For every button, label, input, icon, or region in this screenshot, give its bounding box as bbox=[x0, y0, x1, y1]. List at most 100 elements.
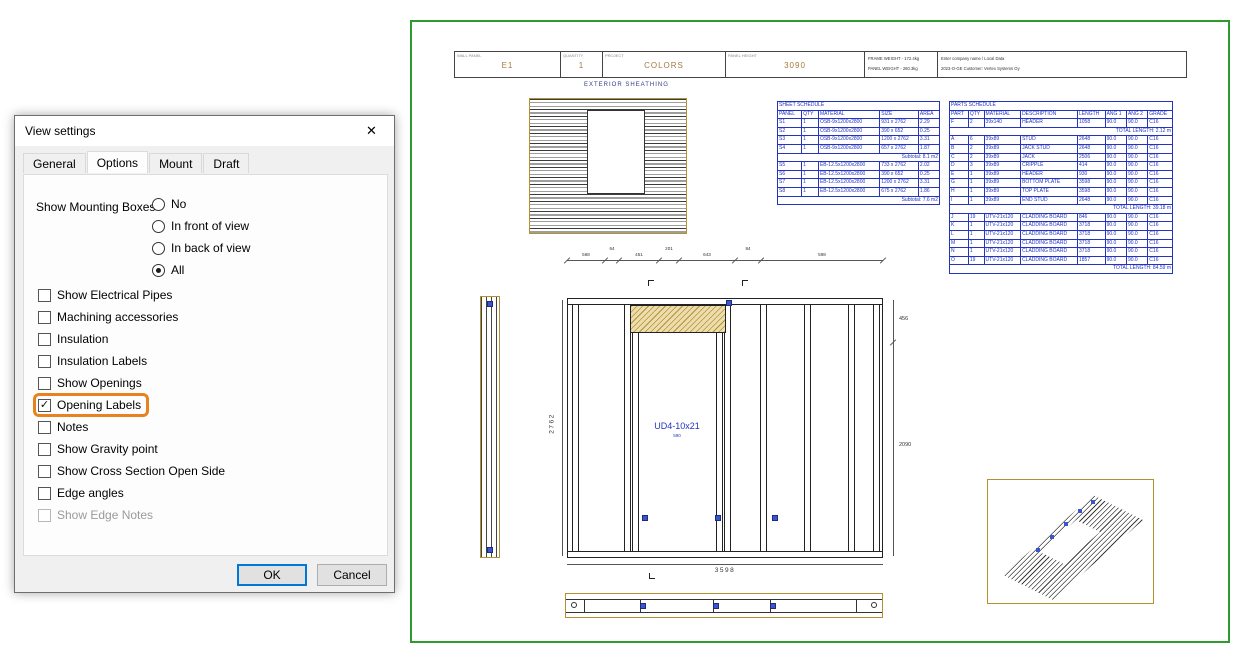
radio-circle[interactable] bbox=[152, 198, 165, 211]
cell: 1 bbox=[968, 239, 984, 248]
table-row: K1UTV-21x120CLADDING BOARD371890.090.0C1… bbox=[950, 222, 1173, 231]
radio-all[interactable]: All bbox=[152, 263, 184, 277]
sheathing-view[interactable] bbox=[529, 98, 687, 234]
isometric-view[interactable] bbox=[987, 479, 1154, 604]
tab-draft[interactable]: Draft bbox=[203, 153, 249, 173]
column-header: ANG 1 bbox=[1105, 110, 1126, 119]
cell: EB-12.5x1200x2800 bbox=[818, 187, 879, 196]
dialog-titlebar[interactable]: View settings ✕ bbox=[15, 116, 394, 146]
cell: C16 bbox=[1148, 187, 1173, 196]
checkbox-box[interactable] bbox=[38, 377, 51, 390]
checkbox-label: Show Openings bbox=[57, 376, 142, 390]
mounting-box-marker bbox=[772, 515, 778, 521]
radio-circle[interactable] bbox=[152, 264, 165, 277]
checkbox-box[interactable] bbox=[38, 421, 51, 434]
cell: C16 bbox=[1148, 136, 1173, 145]
panel-side-view[interactable] bbox=[480, 296, 500, 558]
dim-value: 568 bbox=[582, 252, 590, 257]
checkbox-box[interactable] bbox=[38, 289, 51, 302]
wall-frame-view[interactable]: UD4-10x21 590 bbox=[567, 298, 883, 558]
cell: C16 bbox=[1148, 179, 1173, 188]
project-customer: 2023-O-GE Customer: Vertex Systems Oy bbox=[941, 66, 1020, 71]
table-row: S21OSB-9x1200x2800390 x 6520.25 bbox=[778, 127, 940, 136]
radio-in-front-of-view[interactable]: In front of view bbox=[152, 219, 249, 233]
table-row: L1UTV-21x120CLADDING BOARD371890.090.0C1… bbox=[950, 230, 1173, 239]
cell: 1 bbox=[802, 127, 819, 136]
cell: 1857 bbox=[1077, 256, 1105, 265]
cell: 90.0 bbox=[1105, 162, 1126, 171]
cell: 90.0 bbox=[1126, 213, 1147, 222]
checkbox-show-cross-section-open-side[interactable]: Show Cross Section Open Side bbox=[36, 462, 230, 480]
cell: 3718 bbox=[1077, 222, 1105, 231]
elevation-tick bbox=[584, 599, 585, 612]
cell: C16 bbox=[1148, 222, 1173, 231]
cell: C16 bbox=[1148, 170, 1173, 179]
checkbox-box[interactable] bbox=[38, 333, 51, 346]
cancel-button[interactable]: Cancel bbox=[317, 564, 387, 586]
cell: O bbox=[950, 256, 969, 265]
ok-button[interactable]: OK bbox=[237, 564, 307, 586]
radio-circle[interactable] bbox=[152, 242, 165, 255]
cell: 90.0 bbox=[1105, 170, 1126, 179]
cell: 90.0 bbox=[1126, 239, 1147, 248]
checkbox-show-openings[interactable]: Show Openings bbox=[36, 374, 147, 392]
cell: 90.0 bbox=[1126, 170, 1147, 179]
checkbox-box[interactable] bbox=[38, 509, 51, 522]
checkbox-machining-accessories[interactable]: Machining accessories bbox=[36, 308, 183, 326]
radio-circle[interactable] bbox=[152, 220, 165, 233]
checkbox-edge-angles[interactable]: Edge angles bbox=[36, 484, 129, 502]
checkbox-show-edge-notes[interactable]: Show Edge Notes bbox=[36, 506, 158, 524]
checkbox-insulation[interactable]: Insulation bbox=[36, 330, 113, 348]
table-row: S51EB-12.5x1200x2800733 x 27622.02 bbox=[778, 162, 940, 171]
radio-no[interactable]: No bbox=[152, 197, 186, 211]
cell: 1 bbox=[968, 248, 984, 257]
checkbox-show-gravity-point[interactable]: Show Gravity point bbox=[36, 440, 163, 458]
checkbox-box[interactable] bbox=[38, 355, 51, 368]
radio-in-back-of-view[interactable]: In back of view bbox=[152, 241, 250, 255]
cell-value: COLORS bbox=[603, 61, 725, 70]
tab-mount[interactable]: Mount bbox=[149, 153, 202, 173]
checkbox-box[interactable] bbox=[38, 311, 51, 324]
checkbox-notes[interactable]: Notes bbox=[36, 418, 93, 436]
mounting-box-marker bbox=[715, 515, 721, 521]
cell: 2648 bbox=[1077, 144, 1105, 153]
cell: JACK STUD bbox=[1021, 144, 1078, 153]
checkbox-insulation-labels[interactable]: Insulation Labels bbox=[36, 352, 152, 370]
cell: 1 bbox=[802, 170, 819, 179]
checkbox-box[interactable]: ✓ bbox=[38, 399, 51, 412]
cell: OSB-9x1200x2800 bbox=[818, 144, 879, 153]
cell: 39x89 bbox=[984, 170, 1021, 179]
cell: CLADDING BOARD bbox=[1021, 230, 1078, 239]
close-icon[interactable]: ✕ bbox=[349, 116, 394, 145]
checkbox-show-electrical-pipes[interactable]: Show Electrical Pipes bbox=[36, 286, 177, 304]
drawing-viewport[interactable]: WALL PANEL E1 QUANTITY 1 PROJECT COLORS … bbox=[410, 20, 1230, 643]
cell: S4 bbox=[778, 144, 802, 153]
cell: 414 bbox=[1077, 162, 1105, 171]
checkbox-box[interactable] bbox=[38, 465, 51, 478]
table-row: A639x89STUD264890.090.0C16 bbox=[950, 136, 1173, 145]
cell: 390 x 652 bbox=[880, 170, 919, 179]
sheathing-opening bbox=[587, 110, 645, 194]
cell: C16 bbox=[1148, 239, 1173, 248]
cell-label: QUANTITY bbox=[563, 53, 583, 58]
cell: N bbox=[950, 248, 969, 257]
section-mark bbox=[649, 573, 655, 579]
top-dimension-line bbox=[567, 260, 883, 261]
cell: 19 bbox=[968, 256, 984, 265]
checkbox-box[interactable] bbox=[38, 443, 51, 456]
elevation-line bbox=[566, 612, 882, 613]
radio-label: In back of view bbox=[171, 241, 250, 255]
table-title: PARTS SCHEDULE bbox=[950, 102, 1173, 111]
tab-options[interactable]: Options bbox=[87, 151, 148, 173]
checkbox-box[interactable] bbox=[38, 487, 51, 500]
elevation-tick bbox=[856, 599, 857, 612]
tab-general[interactable]: General bbox=[23, 153, 86, 173]
dim-right-bottom: 2090 bbox=[899, 442, 911, 448]
company-name: Enter company name / Local Data bbox=[941, 56, 1004, 61]
cell: S7 bbox=[778, 179, 802, 188]
column-header: PANEL bbox=[778, 110, 802, 119]
cell: C16 bbox=[1148, 119, 1173, 128]
checkbox-opening-labels[interactable]: ✓Opening Labels bbox=[36, 396, 146, 414]
bottom-elevation-view[interactable] bbox=[565, 593, 883, 618]
cell: 733 x 2762 bbox=[880, 162, 919, 171]
